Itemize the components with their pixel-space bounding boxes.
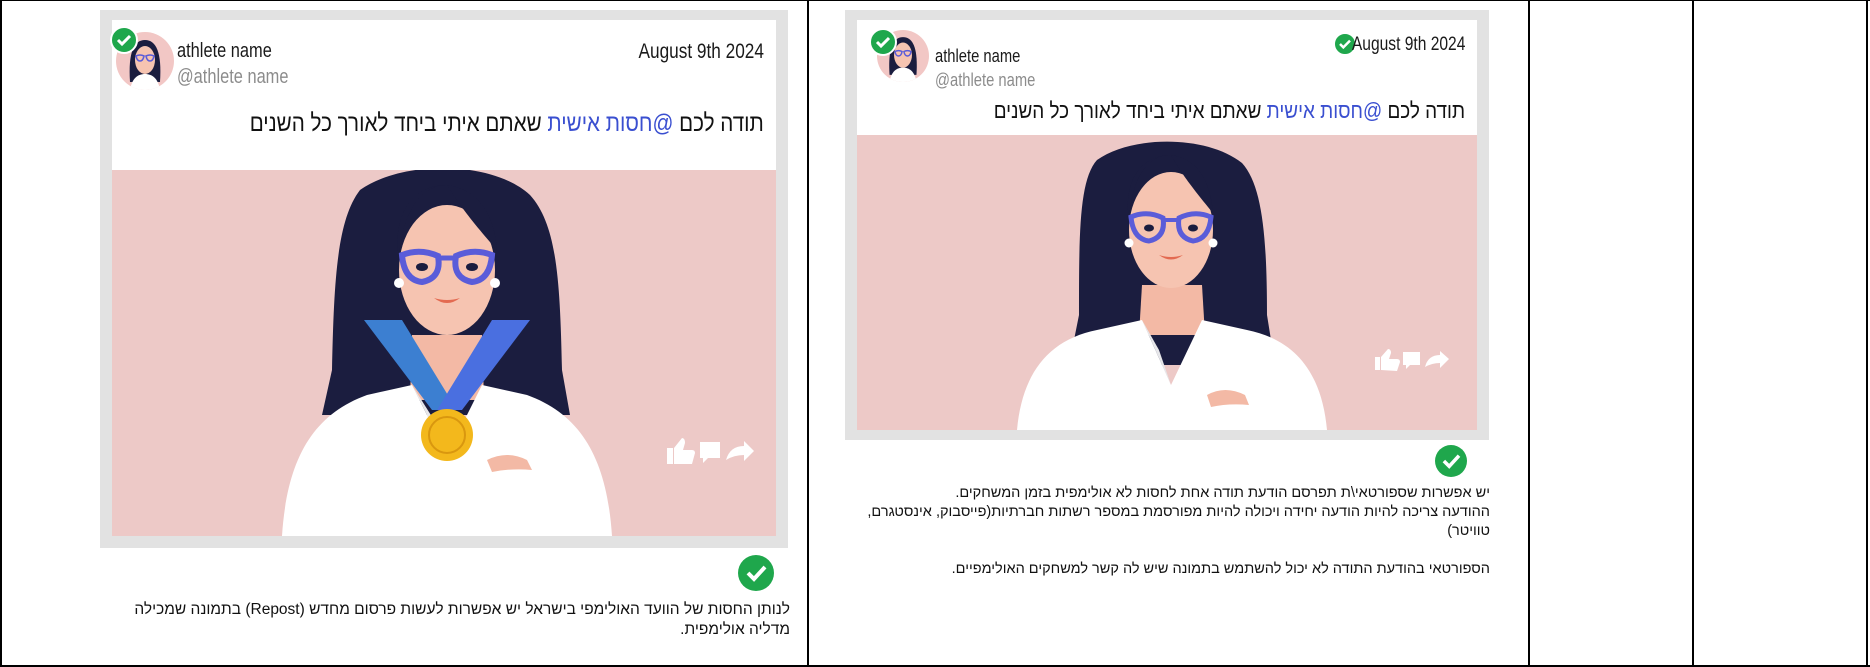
right-post-reaction-icons (1375, 349, 1449, 371)
message-suffix: שאתם איתי ביחד לאורך כל השנים (993, 98, 1262, 123)
athlete-name: athlete name (177, 40, 272, 62)
message-mention: @חסות אישית (547, 110, 674, 137)
note-line: לנותן החסות של הוועד האולימפי בישראל יש … (134, 601, 790, 618)
table-divider-1 (807, 0, 809, 667)
right-guideline-note: יש אפשרות שספורטאי\ת תפרסם הודעת תודה אח… (850, 484, 1490, 579)
note-line-spacer (850, 541, 1490, 560)
left-guideline-note: לנותן החסות של הוועד האולימפי בישראל יש … (100, 600, 790, 640)
message-suffix: שאתם איתי ביחד לאורך כל השנים (249, 110, 542, 137)
note-line: יש אפשרות שספורטאי\ת תפרסם הודעת תודה אח… (955, 485, 1490, 501)
message-prefix: תודה לכם (679, 110, 764, 137)
table-border-top (0, 0, 1870, 1)
table-border-right (1866, 0, 1868, 667)
post-message: תודה לכם @חסות אישית שאתם איתי ביחד לאור… (250, 110, 764, 138)
table-border-left (0, 0, 2, 667)
left-post-reaction-icons (667, 438, 754, 464)
left-post-card: athlete name @athlete name August 9th 20… (100, 10, 788, 548)
athlete-name: athlete name (935, 46, 1021, 66)
approved-check-icon (1435, 445, 1467, 477)
post-date: August 9th 2024 (1351, 34, 1465, 55)
woman-illustration (1017, 141, 1449, 430)
table-divider-2 (1528, 0, 1530, 667)
post-date: August 9th 2024 (638, 40, 764, 63)
note-line: הספורטאי בהודעת התודה לא יכול להשתמש בתמ… (951, 561, 1490, 577)
right-post-image (857, 135, 1477, 430)
approved-check-icon (738, 555, 774, 591)
post-message: תודה לכם @חסות אישית שאתם איתי ביחד לאור… (994, 98, 1465, 124)
woman-with-medal-illustration (282, 170, 754, 536)
verified-check-icon (869, 28, 897, 56)
athlete-handle: @athlete name (935, 70, 1036, 90)
athlete-handle: @athlete name (177, 66, 289, 88)
message-prefix: תודה לכם (1387, 98, 1465, 123)
left-post-image (112, 170, 776, 536)
message-mention: @חסות אישית (1266, 98, 1383, 123)
right-post-card: athlete name @athlete name August 9th 20… (845, 10, 1489, 440)
note-line: ההודעה צריכה להיות הודעה יחידה ויכולה לה… (867, 504, 1490, 539)
note-line: מדליה אולימפית. (680, 621, 790, 638)
verified-check-icon (110, 26, 138, 54)
table-divider-3 (1692, 0, 1694, 667)
